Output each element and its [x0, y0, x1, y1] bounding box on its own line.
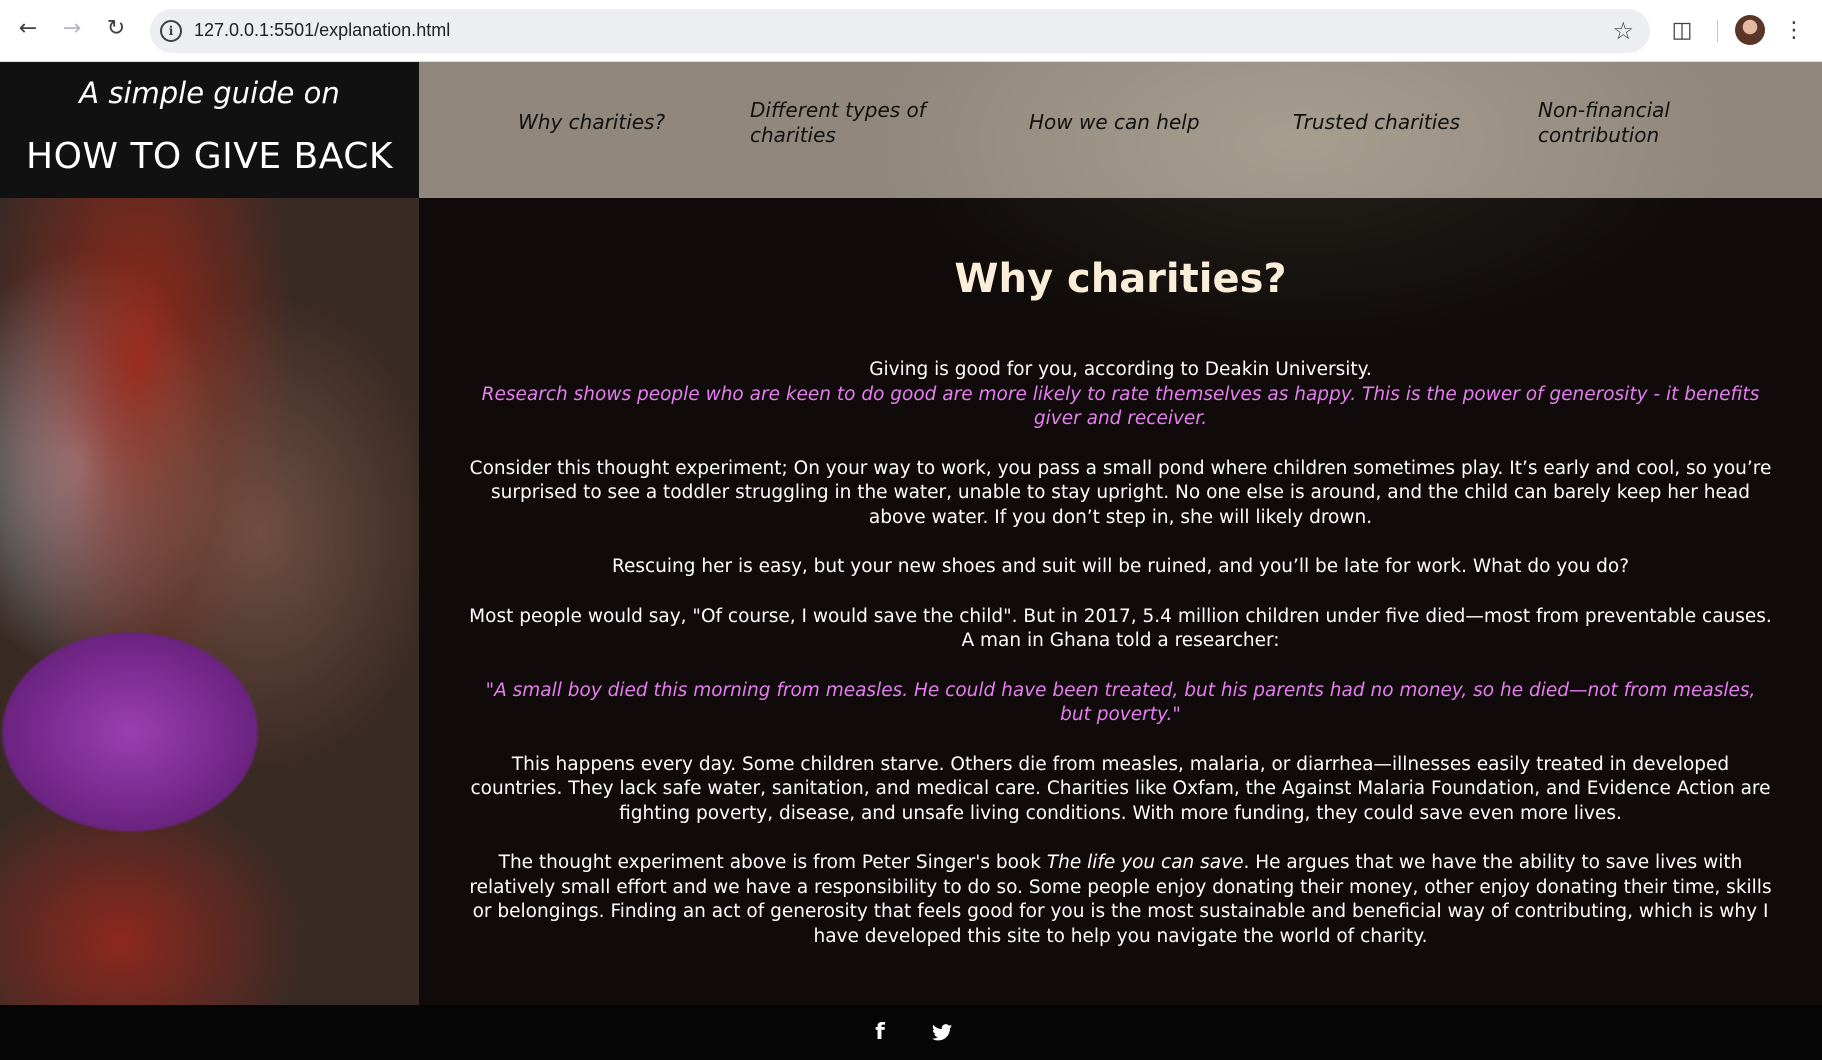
thought-experiment-paragraph: Consider this thought experiment; On you… — [469, 457, 1772, 528]
nav-item-trusted-charities[interactable]: Trusted charities — [1293, 110, 1493, 135]
nav-item-types-of-charities[interactable]: Different types of charities — [750, 98, 940, 148]
site-title[interactable]: HOW TO GIVE BACK — [0, 136, 419, 177]
article-body: Giving is good for you, according to Dea… — [469, 358, 1772, 974]
research-quote: Research shows people who are keen to do… — [481, 383, 1760, 430]
site-footer: f — [0, 1005, 1822, 1060]
nav-item-how-we-can-help[interactable]: How we can help — [1029, 110, 1229, 135]
facebook-icon[interactable]: f — [867, 1019, 893, 1045]
browser-toolbar: ← → ↻ i 127.0.0.1:5501/explanation.html … — [0, 0, 1822, 62]
bookmark-star-icon[interactable]: ☆ — [1612, 17, 1634, 45]
profile-avatar[interactable] — [1735, 15, 1765, 45]
site-header: A simple guide on HOW TO GIVE BACK — [0, 62, 419, 198]
more-menu-icon[interactable]: ⋮ — [1780, 14, 1808, 46]
main-navigation: Why charities? Different types of charit… — [419, 62, 1822, 198]
extensions-puzzle-icon[interactable]: ◫ — [1668, 16, 1696, 44]
reload-icon[interactable]: ↻ — [100, 13, 132, 45]
rescue-paragraph: Rescuing her is easy, but your new shoes… — [611, 556, 1630, 577]
page-heading: Why charities? — [954, 256, 1287, 302]
url-text[interactable]: 127.0.0.1:5501/explanation.html — [194, 20, 450, 41]
background-photo-sleeve — [0, 562, 330, 882]
address-bar[interactable]: i 127.0.0.1:5501/explanation.html ☆ — [150, 9, 1650, 53]
toolbar-divider — [1717, 20, 1718, 42]
intro-line: Giving is good for you, according to Dea… — [869, 359, 1372, 380]
twitter-icon[interactable] — [929, 1019, 955, 1045]
back-arrow-icon[interactable]: ← — [12, 13, 44, 45]
book-title: The life you can save — [1046, 852, 1244, 873]
ghana-quote: "A small boy died this morning from meas… — [485, 679, 1756, 726]
statistics-paragraph: Most people would say, "Of course, I wou… — [469, 605, 1772, 652]
singer-paragraph: The thought experiment above is from Pet… — [469, 851, 1772, 949]
nav-item-non-financial-contribution[interactable]: Non-financial contribution — [1538, 98, 1698, 148]
main-content: Why charities? Giving is good for you, a… — [419, 198, 1822, 1005]
site-tagline: A simple guide on — [79, 76, 340, 110]
site-info-icon[interactable]: i — [160, 20, 182, 42]
page-background: A simple guide on HOW TO GIVE BACK Why c… — [0, 62, 1822, 1060]
forward-arrow-icon[interactable]: → — [56, 13, 88, 45]
problem-paragraph: This happens every day. Some children st… — [470, 753, 1771, 824]
singer-text-before: The thought experiment above is from Pet… — [498, 852, 1047, 873]
nav-item-why-charities[interactable]: Why charities? — [518, 110, 678, 135]
twitter-bird-glyph — [932, 1023, 952, 1040]
